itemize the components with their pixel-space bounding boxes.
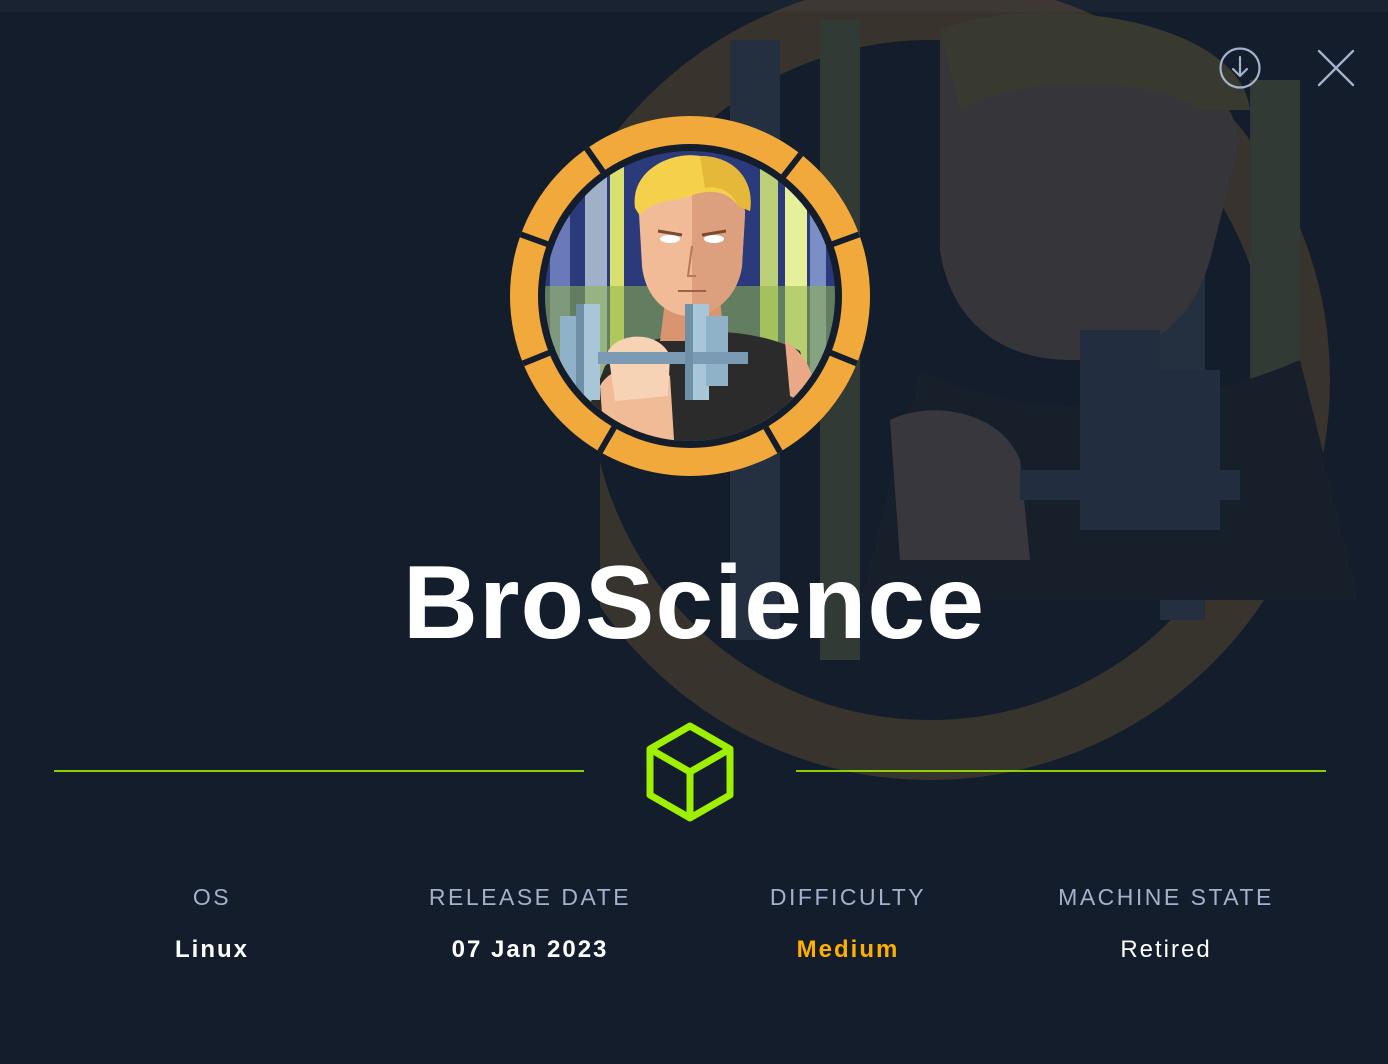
info-os: OS Linux bbox=[52, 880, 372, 966]
os-label: OS bbox=[192, 884, 232, 910]
close-button[interactable] bbox=[1312, 44, 1360, 92]
difficulty-value: Medium bbox=[796, 936, 900, 963]
machine-state-value: Retired bbox=[1120, 936, 1212, 963]
info-machine-state: MACHINE STATE Retired bbox=[1006, 880, 1326, 966]
difficulty-label: DIFFICULTY bbox=[769, 884, 927, 910]
download-button[interactable] bbox=[1216, 44, 1264, 92]
machine-avatar bbox=[510, 116, 870, 476]
divider-left bbox=[54, 770, 584, 772]
cube-icon bbox=[642, 720, 738, 824]
download-circle-icon bbox=[1219, 47, 1261, 89]
release-date-value: 07 Jan 2023 bbox=[451, 936, 609, 963]
machine-state-label: MACHINE STATE bbox=[1058, 884, 1274, 910]
release-date-label: RELEASE DATE bbox=[428, 884, 632, 910]
divider-right bbox=[796, 770, 1326, 772]
info-difficulty: DIFFICULTY Medium bbox=[688, 880, 1008, 966]
top-strip bbox=[0, 0, 1388, 12]
close-x-icon bbox=[1317, 49, 1355, 87]
machine-title: BroScience bbox=[402, 545, 986, 661]
os-value: Linux bbox=[175, 936, 249, 963]
info-release-date: RELEASE DATE 07 Jan 2023 bbox=[370, 880, 690, 966]
